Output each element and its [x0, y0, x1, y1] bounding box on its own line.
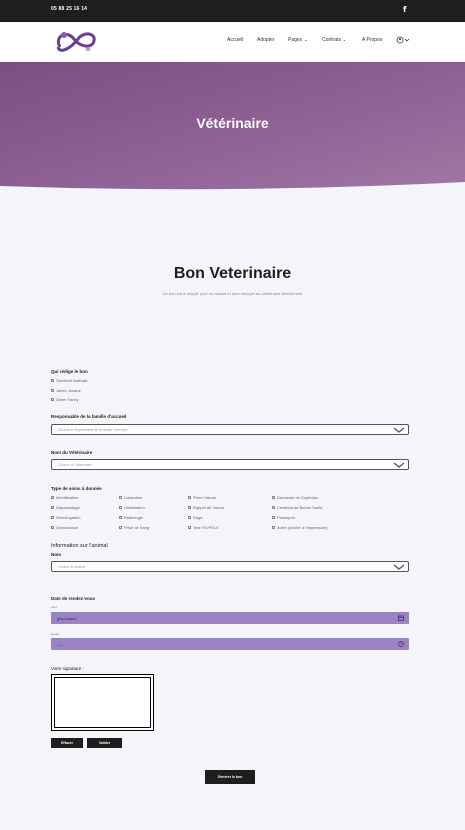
soin-option[interactable]: Demande de Duplicata — [272, 495, 318, 500]
chevron-down-icon: ⌄ — [342, 37, 347, 43]
checkbox-icon — [51, 398, 54, 402]
checkbox-icon — [119, 496, 122, 500]
phone-number: 05 88 25 16 14 — [51, 6, 88, 12]
checkbox-icon — [51, 516, 54, 520]
clock-icon[interactable] — [398, 641, 404, 647]
soin-option[interactable]: Stérilisation — [119, 505, 145, 510]
nav-item-a-propos[interactable]: A Propos — [362, 37, 382, 43]
checkbox-icon — [51, 379, 54, 383]
soin-option[interactable]: Autre (Arbitre à l'impression) — [272, 525, 328, 530]
animal-select[interactable]: Choisir un animal — [51, 561, 409, 572]
nav-item-contrats[interactable]: Contrats ⌄ — [322, 37, 347, 43]
rdv-hour-label: Heure — [51, 632, 60, 636]
animal-placeholder: Choisir un animal — [58, 565, 86, 569]
checkbox-icon — [272, 496, 275, 500]
top-bar: 05 88 25 16 14 f — [0, 0, 465, 22]
checkbox-icon — [51, 506, 54, 510]
checkbox-icon — [272, 526, 275, 530]
rdv-label: Date de rendez-vous — [51, 596, 96, 601]
checkbox-icon — [188, 496, 191, 500]
redige-option-2[interactable]: Didier Fanny — [51, 397, 79, 402]
veterinaire-placeholder: Choisir un Vétérinaire — [58, 463, 92, 467]
nav-item-pages[interactable]: Pages ⌄ — [288, 37, 308, 43]
rdv-time-input[interactable]: --:-- — [51, 638, 409, 650]
chevron-down-icon — [393, 564, 405, 570]
checkbox-icon — [272, 516, 275, 520]
responsable-placeholder: Choisis le responsable de la famille d'a… — [58, 428, 128, 432]
page-subtitle: Ce bon est à remplir pour un animal et s… — [162, 291, 303, 296]
chevron-down-icon — [393, 427, 405, 433]
rdv-time-value: --:-- — [57, 641, 64, 647]
redige-option-1[interactable]: Jamin Josane — [51, 388, 81, 393]
checkbox-icon — [119, 516, 122, 520]
checkbox-icon — [188, 506, 191, 510]
rdv-day-label: Jour — [51, 605, 57, 609]
responsable-label: Responsable de la famille d'accueil — [51, 414, 127, 419]
soin-option[interactable]: Identification — [51, 495, 78, 500]
redige-option-0[interactable]: Gambioli Nathalie — [51, 378, 88, 383]
chevron-down-icon: ⌄ — [303, 37, 308, 43]
hero-title: Vétérinaire — [196, 115, 269, 131]
soin-option[interactable]: Prise de Sang — [119, 525, 149, 530]
animal-section-title: Information sur l'animal — [51, 543, 108, 549]
soin-option[interactable]: Passeport — [272, 515, 295, 520]
chevron-down-icon — [393, 462, 405, 468]
soin-option[interactable]: Vermifugation — [51, 515, 80, 520]
signature-pad[interactable] — [51, 674, 154, 731]
signature-label: Votre signature : — [51, 666, 84, 671]
checkbox-icon — [188, 516, 191, 520]
checkbox-icon — [51, 496, 54, 500]
page-title: Bon Veterinaire — [173, 265, 292, 282]
soin-option[interactable]: Radiologie — [119, 515, 143, 520]
checkbox-icon — [272, 506, 275, 510]
rdv-date-input[interactable]: jj/mm/aaaa — [51, 612, 409, 624]
rdv-date-value: jj/mm/aaaa — [57, 615, 77, 621]
checkbox-icon — [51, 526, 54, 530]
veterinaire-select[interactable]: Choisir un Vétérinaire — [51, 459, 409, 470]
facebook-icon[interactable]: f — [403, 5, 406, 14]
checkbox-icon — [119, 526, 122, 530]
calendar-icon[interactable] — [398, 615, 404, 621]
validate-signature-button[interactable]: Valider — [87, 738, 122, 748]
redige-label: Qui rédige le bon — [51, 369, 88, 374]
nav-item-accueil[interactable]: Accueil — [227, 37, 243, 43]
soin-option[interactable]: Test FIV/FELV — [188, 525, 219, 530]
soin-option[interactable]: Primo Vaccin — [188, 495, 216, 500]
responsable-select[interactable]: Choisis le responsable de la famille d'a… — [51, 424, 409, 435]
nav-item-pages-label: Pages — [288, 37, 303, 43]
soins-label: Type de soins à donnée — [51, 486, 102, 491]
clear-signature-button[interactable]: Effacer — [51, 738, 83, 748]
main-navigation: Accueil Adopter Pages ⌄ Contrats ⌄ A Pro… — [0, 22, 465, 62]
user-circle-icon[interactable] — [396, 36, 410, 46]
logo[interactable] — [52, 27, 100, 57]
soin-option[interactable]: Rage — [188, 515, 203, 520]
soin-option[interactable]: Déparasitage — [51, 505, 80, 510]
soin-option[interactable]: Certificat de Bonne Santé — [272, 505, 323, 510]
animal-name-label: Nom — [51, 552, 61, 557]
nav-item-contrats-label: Contrats — [322, 37, 341, 43]
checkbox-icon — [188, 526, 191, 530]
checkbox-icon — [119, 506, 122, 510]
soin-option[interactable]: Ordonnance — [51, 525, 78, 530]
soin-option[interactable]: Castration — [119, 495, 142, 500]
veterinaire-label: Nom du Vétérinaire — [51, 450, 93, 455]
generate-button[interactable]: Générer le bon — [205, 770, 255, 784]
nav-item-adopter[interactable]: Adopter — [257, 37, 275, 43]
soin-option[interactable]: Rappel de Vaccin — [188, 505, 224, 510]
checkbox-icon — [51, 389, 54, 393]
